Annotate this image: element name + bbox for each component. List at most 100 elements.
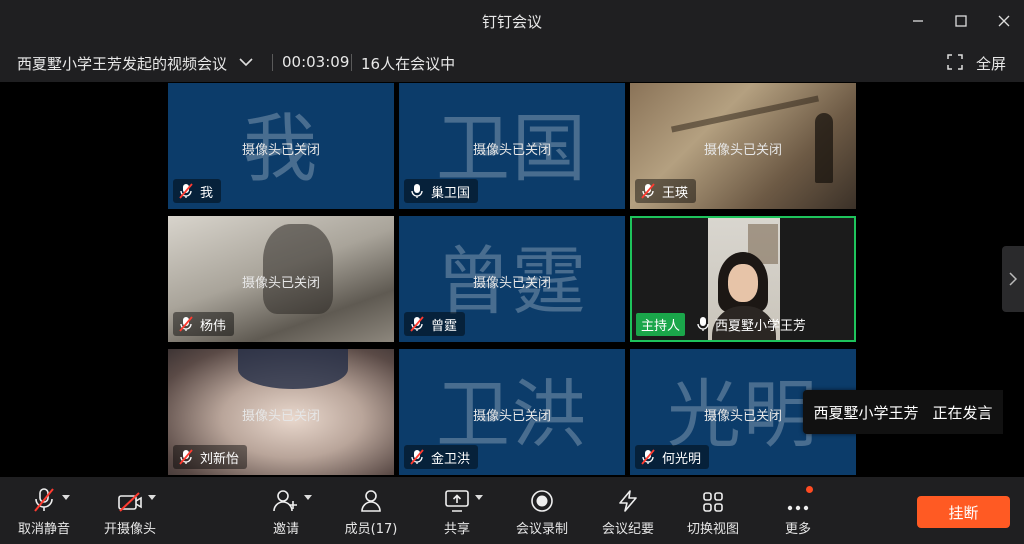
invite-label: 邀请: [272, 522, 299, 537]
video-tile[interactable]: 摄像头已关闭 刘新怡: [168, 349, 394, 475]
divider: [351, 54, 352, 71]
video-tile[interactable]: 摄像头已关闭 杨伟: [168, 216, 394, 342]
meeting-timer: 00:03:09: [282, 53, 350, 71]
camera-off-status: 摄像头已关闭: [241, 409, 320, 424]
share-label: 共享: [443, 522, 470, 537]
maximize-button[interactable]: [946, 6, 976, 36]
switch-view-label: 切换视图: [686, 522, 739, 537]
background-image: [238, 349, 348, 389]
mic-muted-icon: [179, 316, 193, 332]
participant-label: 主持人 西夏墅小学王芳: [636, 312, 805, 336]
members-button[interactable]: 成员(17): [344, 485, 398, 539]
camera-label: 开摄像头: [103, 522, 156, 537]
host-badge: 主持人: [636, 312, 686, 336]
mic-icon: [411, 184, 423, 198]
record-label: 会议录制: [515, 522, 568, 537]
camera-off-status: 摄像头已关闭: [472, 143, 551, 158]
chevron-down-icon[interactable]: [304, 495, 312, 500]
members-label: 成员(17): [344, 522, 398, 537]
video-tile[interactable]: 我 摄像头已关闭 我: [168, 83, 394, 209]
video-tile[interactable]: 曾霆 摄像头已关闭 曾霆: [399, 216, 625, 342]
background-image: [671, 95, 819, 133]
more-icon: [787, 505, 809, 511]
participant-name: 刘新怡: [200, 451, 240, 467]
participant-name: 我: [200, 185, 214, 201]
mic-muted-icon: [641, 183, 655, 199]
mic-icon: [697, 317, 709, 331]
participant-label: 杨伟: [173, 312, 235, 336]
participant-label: 巢卫国: [404, 179, 479, 203]
fullscreen-icon[interactable]: [947, 54, 963, 70]
meeting-title[interactable]: 西夏墅小学王芳发起的视频会议: [17, 53, 227, 74]
share-button[interactable]: 共享: [443, 485, 471, 539]
participant-name: 杨伟: [200, 318, 227, 334]
more-button[interactable]: 更多: [784, 485, 812, 539]
mic-muted-icon: [641, 449, 655, 465]
chevron-down-icon[interactable]: [62, 495, 70, 500]
camera-off-status: 摄像头已关闭: [241, 143, 320, 158]
participant-name: 金卫洪: [431, 451, 471, 467]
next-page-button[interactable]: [1002, 246, 1024, 312]
video-tile-active-speaker[interactable]: 主持人 西夏墅小学王芳: [630, 216, 856, 342]
title-bar: 钉钉会议: [0, 0, 1024, 42]
speaker-name: 西夏墅小学王芳: [813, 403, 919, 422]
unmute-label: 取消静音: [17, 522, 70, 537]
video-tile[interactable]: 卫国 摄像头已关闭 巢卫国: [399, 83, 625, 209]
close-button[interactable]: [989, 6, 1019, 36]
camera-toggle-button[interactable]: 开摄像头: [103, 485, 157, 539]
minimize-icon: [913, 20, 923, 22]
record-button[interactable]: 会议录制: [514, 485, 570, 539]
window-title: 钉钉会议: [481, 13, 542, 31]
members-icon: [361, 490, 381, 512]
minutes-label: 会议纪要: [601, 522, 654, 537]
mic-muted-icon: [179, 183, 193, 199]
chevron-down-icon[interactable]: [238, 56, 254, 68]
switch-view-button[interactable]: 切换视图: [685, 485, 741, 539]
camera-off-status: 摄像头已关闭: [241, 276, 320, 291]
participant-label: 刘新怡: [173, 445, 248, 469]
grid-view-icon: [703, 492, 723, 512]
chevron-down-icon[interactable]: [148, 495, 156, 500]
video-tile[interactable]: 摄像头已关闭 王瑛: [630, 83, 856, 209]
minutes-icon: [619, 490, 637, 512]
video-tile[interactable]: 卫洪 摄像头已关闭 金卫洪: [399, 349, 625, 475]
background-image: [263, 224, 333, 314]
participant-name: 巢卫国: [431, 185, 471, 201]
participant-label: 王瑛: [635, 179, 697, 203]
camera-off-status: 摄像头已关闭: [472, 409, 551, 424]
chevron-right-icon: [1009, 272, 1018, 286]
participant-name: 西夏墅小学王芳: [715, 318, 806, 334]
minutes-button[interactable]: 会议纪要: [600, 485, 656, 539]
mic-muted-icon: [34, 488, 54, 512]
invite-button[interactable]: 邀请: [271, 485, 301, 539]
participant-label: 曾霆: [404, 312, 466, 336]
fullscreen-button[interactable]: 全屏: [976, 53, 1006, 74]
maximize-icon: [955, 15, 967, 27]
participant-label: 我: [173, 179, 222, 203]
divider: [272, 54, 273, 71]
participant-count: 16人在会议中: [361, 55, 456, 73]
hangup-button[interactable]: 挂断: [917, 496, 1010, 528]
meeting-toolbar: 取消静音 开摄像头 邀请 成员(17) 共享 会议录制 会议纪要 切换视图 更多: [0, 477, 1024, 544]
camera-off-status: 摄像头已关闭: [472, 276, 551, 291]
close-icon: [998, 15, 1010, 27]
more-label: 更多: [784, 522, 811, 537]
unmute-button[interactable]: 取消静音: [17, 485, 71, 539]
mic-muted-icon: [179, 449, 193, 465]
speaking-indicator: 西夏墅小学王芳 正在发言: [803, 390, 1003, 434]
mic-muted-icon: [410, 316, 424, 332]
chevron-down-icon[interactable]: [475, 495, 483, 500]
participant-name: 何光明: [662, 451, 702, 467]
minimize-button[interactable]: [903, 6, 933, 36]
meeting-info-bar: 西夏墅小学王芳发起的视频会议 00:03:09 16人在会议中 全屏: [0, 42, 1024, 82]
record-icon: [531, 490, 553, 512]
participant-label: 金卫洪: [404, 445, 479, 469]
speaking-text: 正在发言: [932, 403, 993, 422]
notification-dot: [806, 486, 813, 493]
participant-name: 王瑛: [662, 185, 689, 201]
camera-off-icon: [118, 492, 142, 512]
add-person-icon: [273, 490, 297, 512]
mic-muted-icon: [410, 449, 424, 465]
participant-name: 曾霆: [431, 318, 458, 334]
share-screen-icon: [445, 490, 469, 512]
